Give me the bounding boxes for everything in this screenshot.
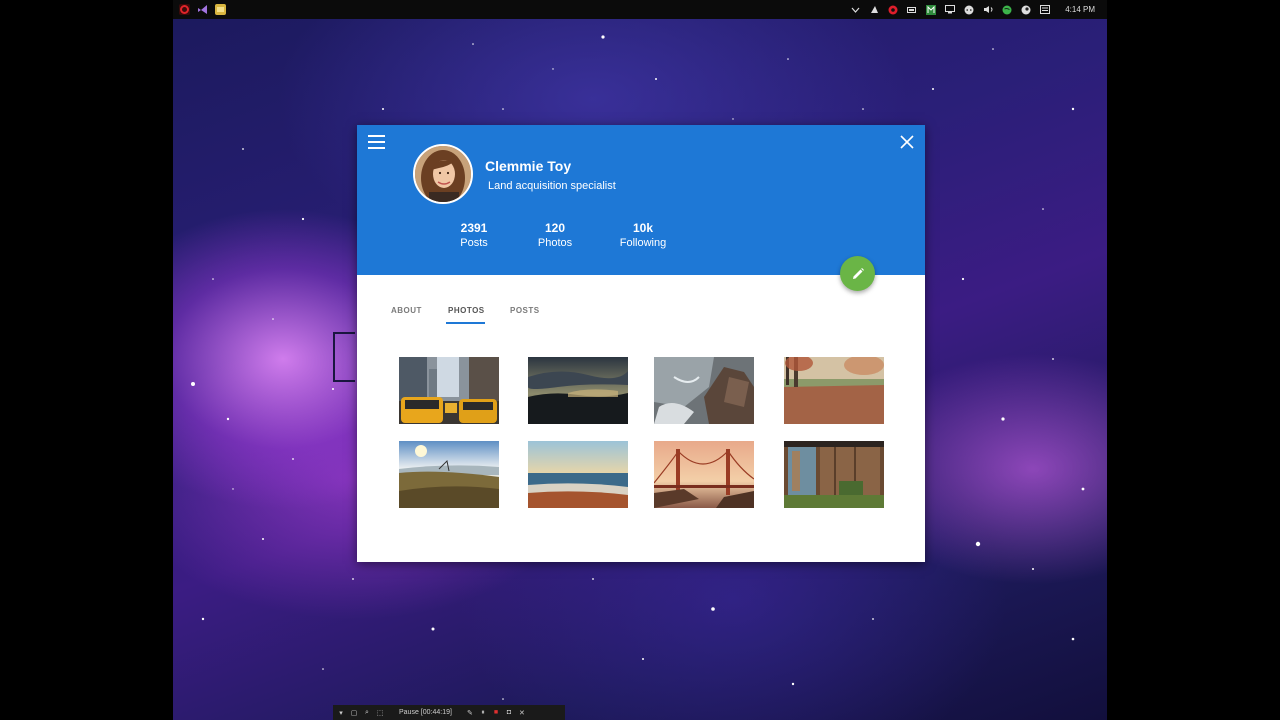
wooden-shed-photo[interactable]	[784, 441, 884, 508]
profile-header: Clemmie Toy Land acquisition specialist …	[357, 125, 925, 275]
taskbar-apps	[179, 4, 226, 15]
opera-app-icon[interactable]	[179, 4, 190, 15]
visual-studio-app-icon[interactable]	[197, 4, 208, 15]
chat-icon[interactable]	[964, 5, 974, 15]
chevron-up-icon[interactable]	[850, 5, 860, 15]
profile-tabs: ABOUT PHOTOS POSTS	[357, 301, 925, 325]
avatar[interactable]	[413, 144, 473, 204]
explorer-app-icon[interactable]	[215, 4, 226, 15]
tab-about[interactable]: ABOUT	[391, 306, 422, 315]
pencil-icon[interactable]: ✎	[465, 708, 475, 718]
desktop-outline-shape	[333, 332, 355, 382]
system-tray: 4:14 PM	[850, 4, 1095, 15]
stat-following[interactable]: 10k Following	[608, 221, 678, 249]
stat-photos-value: 120	[544, 221, 566, 235]
tab-posts[interactable]: POSTS	[510, 306, 540, 315]
spotify-icon[interactable]	[1002, 5, 1012, 15]
profile-name: Clemmie Toy	[485, 158, 572, 174]
pencil-icon	[852, 267, 864, 279]
edit-profile-button[interactable]	[840, 256, 875, 291]
pause-icon[interactable]: ⏸	[478, 708, 488, 718]
battery-icon[interactable]	[907, 5, 917, 15]
steam-icon[interactable]	[1021, 5, 1031, 15]
golden-gate-bridge-photo[interactable]	[654, 441, 754, 508]
profile-card: Clemmie Toy Land acquisition specialist …	[357, 125, 925, 562]
beats-icon[interactable]	[888, 5, 898, 15]
stat-posts-value: 2391	[460, 221, 488, 235]
region-icon[interactable]: ⬚	[375, 708, 385, 718]
stat-following-value: 10k	[632, 221, 654, 235]
sunset-lake-photo[interactable]	[528, 357, 628, 424]
stat-photos-label: Photos	[537, 237, 573, 249]
active-tab-indicator	[446, 322, 485, 324]
notifications-icon[interactable]	[1040, 5, 1051, 15]
tab-photos[interactable]: PHOTOS	[448, 306, 485, 315]
close-icon[interactable]	[899, 134, 915, 150]
stat-photos[interactable]: 120 Photos	[520, 221, 590, 249]
record-icon[interactable]: ■	[491, 708, 501, 718]
network-icon[interactable]	[945, 5, 956, 15]
zoom-icon[interactable]: ⌕	[362, 708, 372, 718]
camera-icon[interactable]: ◘	[504, 708, 514, 718]
close-recorder-icon[interactable]: ✕	[517, 708, 527, 718]
stat-following-label: Following	[619, 237, 667, 249]
dropdown-icon[interactable]: ▾	[336, 708, 346, 718]
volume-icon[interactable]	[983, 5, 993, 15]
green-app-icon[interactable]	[926, 4, 937, 15]
taskbar: 4:14 PM	[173, 0, 1107, 19]
stat-posts[interactable]: 2391 Posts	[439, 221, 509, 249]
profile-role: Land acquisition specialist	[488, 180, 616, 192]
city-taxis-photo[interactable]	[399, 357, 499, 424]
taskbar-clock[interactable]: 4:14 PM	[1065, 5, 1095, 14]
window-icon[interactable]: ▢	[349, 708, 359, 718]
stat-posts-label: Posts	[460, 237, 488, 249]
ocean-rocks-photo[interactable]	[654, 357, 754, 424]
grassland-coast-photo[interactable]	[399, 441, 499, 508]
app-tray-icon[interactable]	[869, 5, 879, 15]
menu-icon[interactable]	[368, 135, 386, 149]
autumn-park-photo[interactable]	[784, 357, 884, 424]
beach-sunset-photo[interactable]	[528, 441, 628, 508]
screen-recorder-bar: ▾ ▢ ⌕ ⬚ Pause [00:44:19] ✎ ⏸ ■ ◘ ✕	[333, 705, 565, 720]
recorder-status[interactable]: Pause [00:44:19]	[399, 709, 452, 716]
